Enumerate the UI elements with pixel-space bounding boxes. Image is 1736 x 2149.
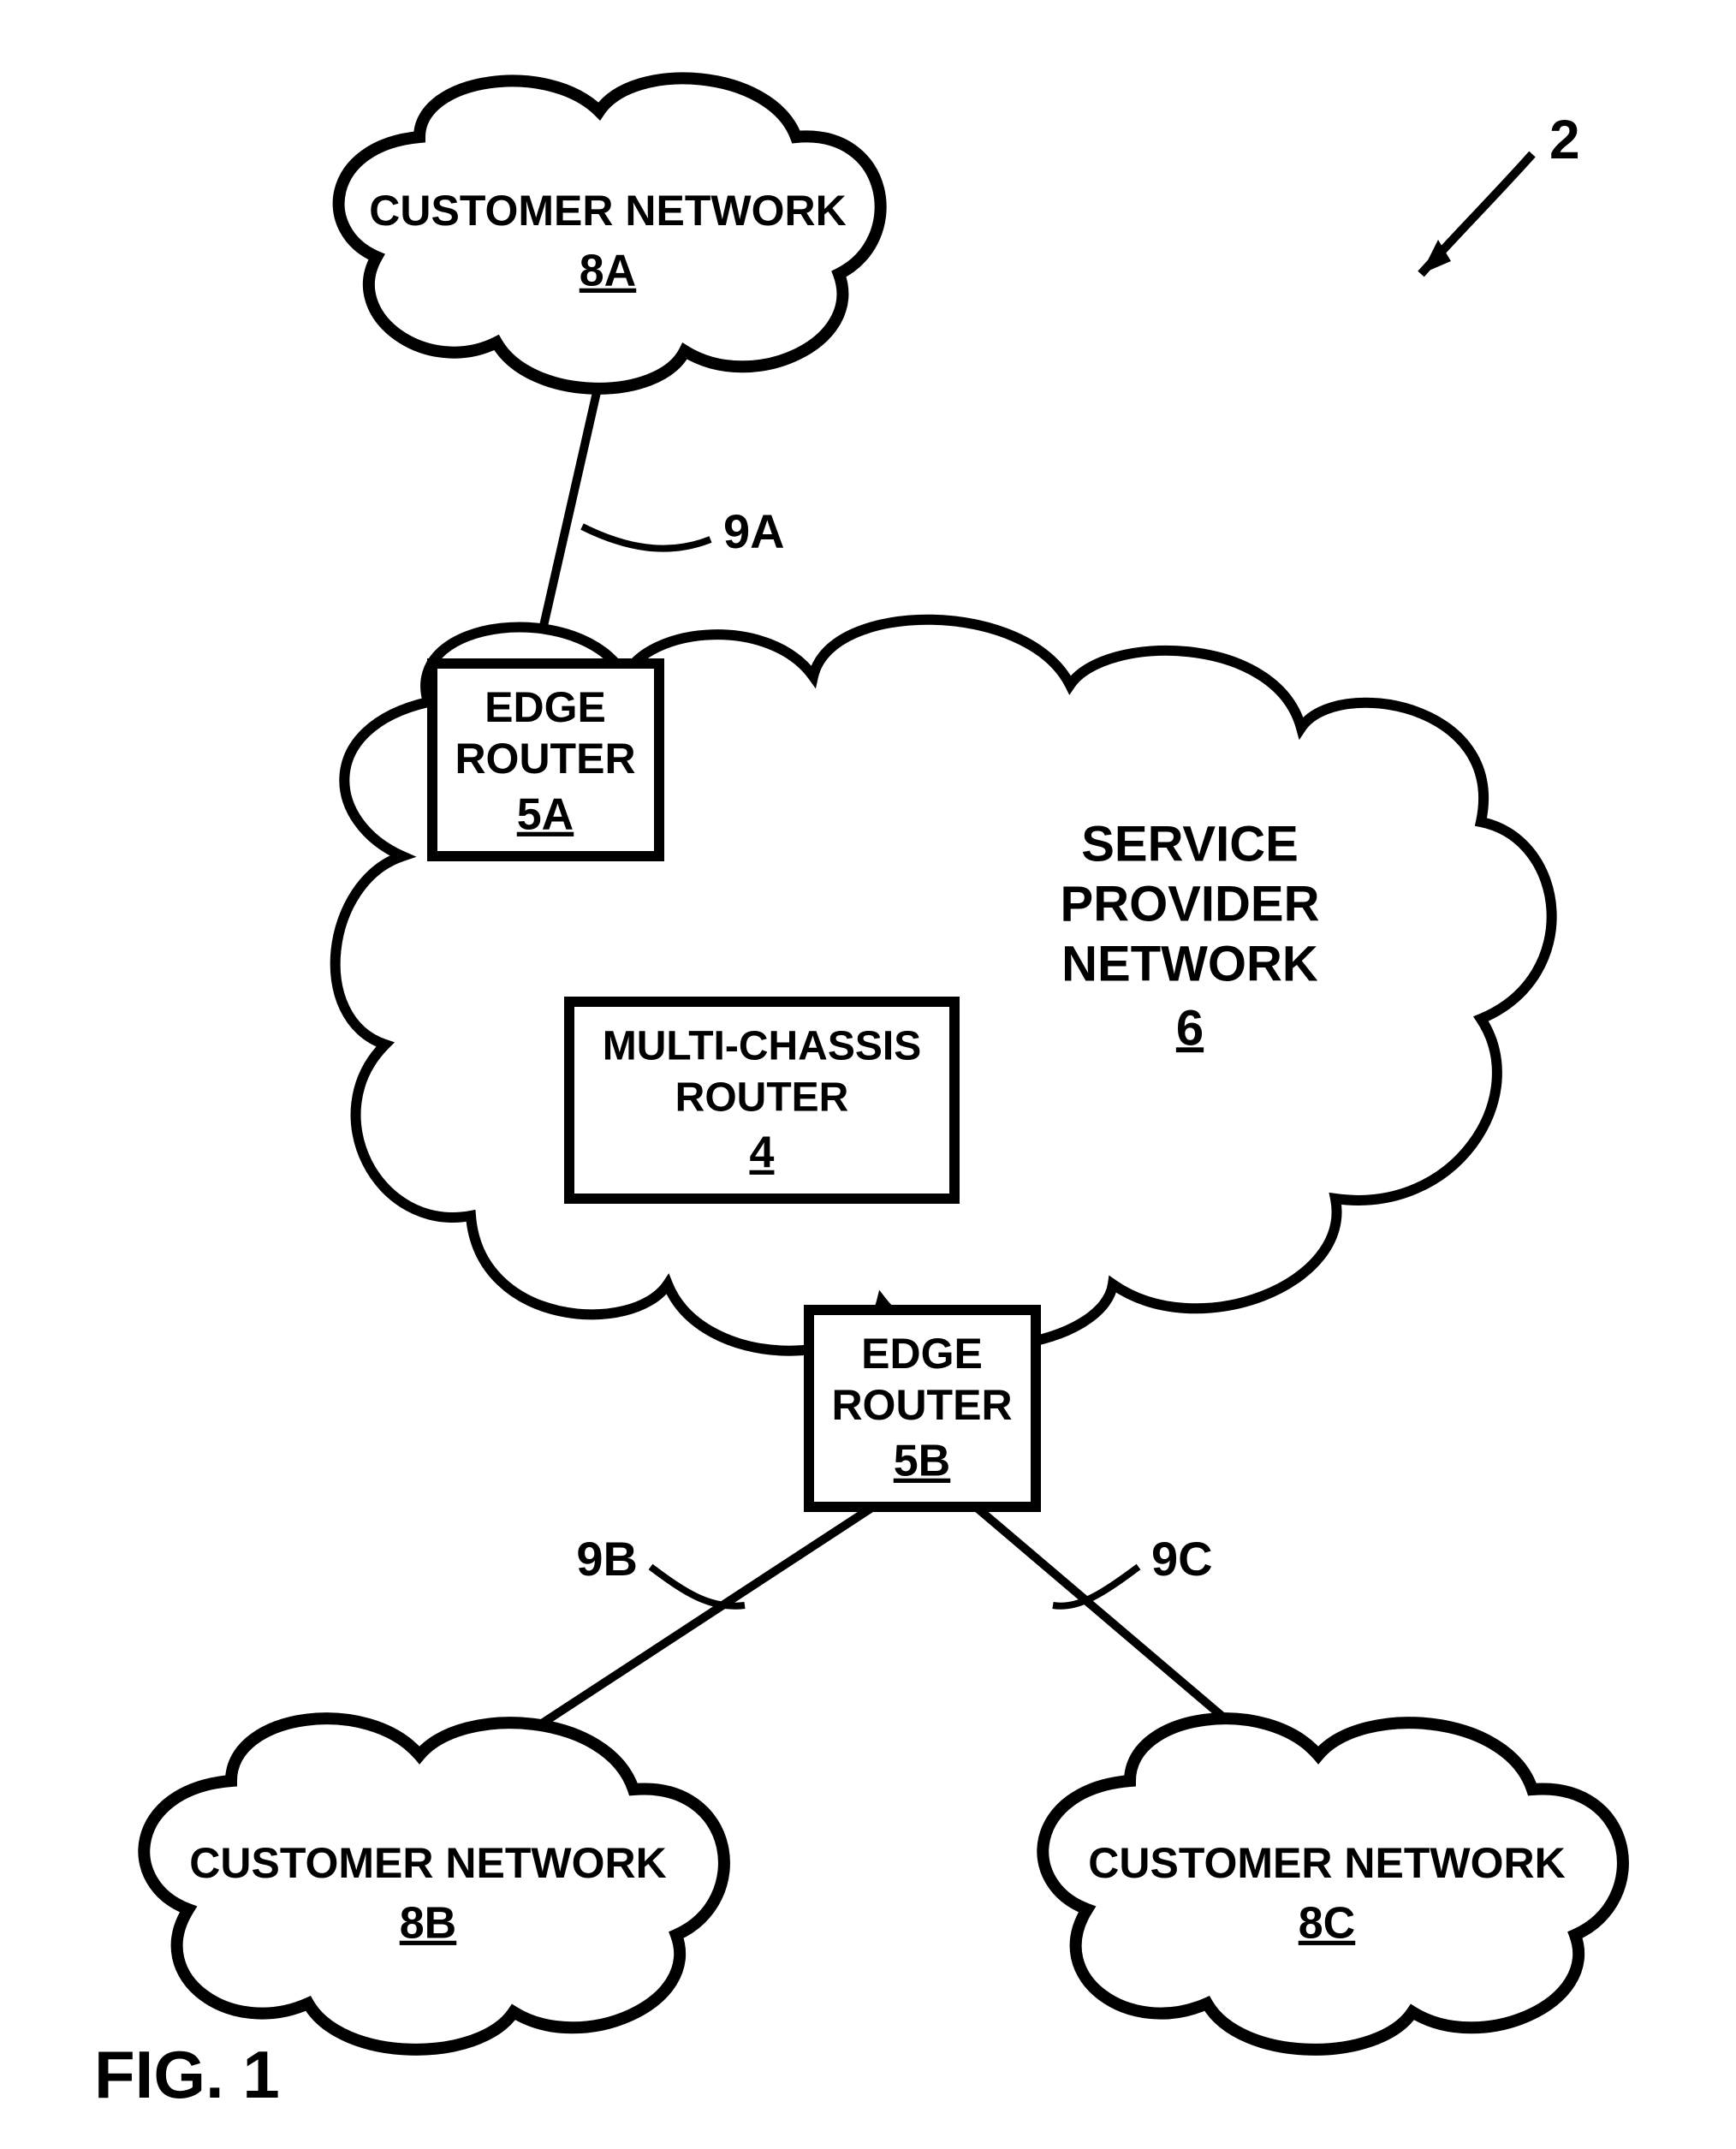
cust-b-ref: 8B: [400, 1899, 456, 1949]
link-label-9b: 9B: [576, 1532, 638, 1586]
sp-line1: SERVICE: [1081, 816, 1299, 872]
diagram-ref-arrow: [1421, 154, 1532, 274]
link-label-9a: 9A: [723, 504, 785, 558]
cust-b-title: CUSTOMER NETWORK: [189, 1839, 666, 1887]
multi-chassis-router: MULTI-CHASSIS ROUTER 4: [569, 1002, 954, 1199]
edge-a-line2: ROUTER: [455, 735, 635, 783]
cust-a-ref: 8A: [580, 247, 636, 296]
multi-line2: ROUTER: [675, 1075, 849, 1121]
figure-label: FIG. 1: [94, 2037, 280, 2112]
link-9a: [535, 381, 599, 664]
edge-b-ref: 5B: [894, 1437, 950, 1486]
sp-line3: NETWORK: [1061, 936, 1318, 991]
multi-ref: 4: [750, 1128, 775, 1178]
edge-router-5b: EDGE ROUTER 5B: [809, 1310, 1036, 1507]
sp-ref: 6: [1176, 1000, 1204, 1056]
multi-line1: MULTI-CHASSIS: [603, 1024, 921, 1069]
edge-b-line2: ROUTER: [831, 1381, 1012, 1429]
diagram-ref-label: 2: [1549, 109, 1580, 170]
edge-router-5a: EDGE ROUTER 5A: [432, 664, 659, 856]
cust-c-ref: 8C: [1299, 1899, 1355, 1949]
customer-network-a-cloud: CUSTOMER NETWORK 8A: [339, 78, 881, 388]
leader-9a: [582, 527, 710, 549]
cust-c-title: CUSTOMER NETWORK: [1088, 1839, 1565, 1887]
customer-network-b-cloud: CUSTOMER NETWORK 8B: [144, 1718, 724, 2050]
edge-b-line1: EDGE: [861, 1330, 983, 1378]
edge-a-ref: 5A: [517, 790, 574, 840]
link-label-9c: 9C: [1151, 1532, 1213, 1586]
sp-line2: PROVIDER: [1061, 876, 1320, 932]
customer-network-c-cloud: CUSTOMER NETWORK 8C: [1043, 1718, 1623, 2050]
edge-a-line1: EDGE: [485, 683, 606, 731]
cust-a-title: CUSTOMER NETWORK: [369, 187, 846, 235]
